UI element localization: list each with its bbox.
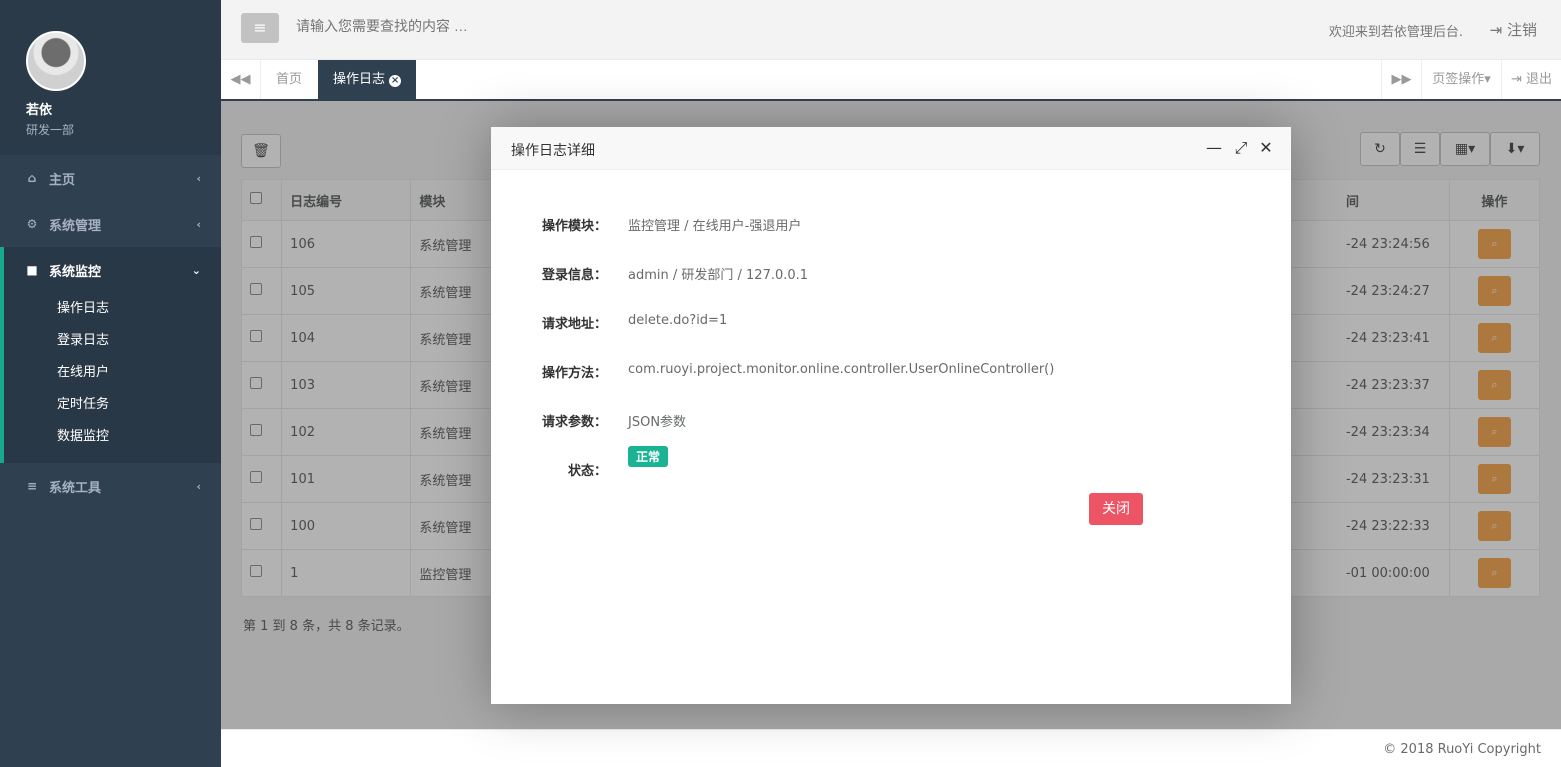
search-input[interactable]: [296, 18, 696, 34]
video-camera-icon: ■: [26, 263, 38, 277]
submenu-item-data-monitor[interactable]: 数据监控: [4, 421, 221, 453]
copyright: © 2018 RuoYi Copyright: [1383, 742, 1541, 757]
sidebar-nav: ⌂ 主页 ‹ ⚙ 系统管理 ‹ ■ 系统监控 ⌄ 操作日志 登录日志 在线用户 …: [0, 155, 221, 509]
tab-exit-button[interactable]: ⇥ 退出: [1501, 60, 1561, 99]
detail-row: 操作方法： com.ruoyi.project.monitor.online.co…: [491, 362, 1291, 382]
close-button[interactable]: 关闭: [1089, 493, 1143, 525]
footer: © 2018 RuoYi Copyright: [221, 729, 1561, 767]
detail-label: 操作方法：: [541, 366, 607, 381]
welcome-text: 欢迎来到若依管理后台.: [1328, 25, 1463, 40]
detail-value: admin / 研发部门 / 127.0.0.1: [628, 268, 809, 283]
forward-icon: ▶▶: [1391, 72, 1412, 87]
submenu-item-login-log[interactable]: 登录日志: [4, 325, 221, 357]
sidebar-item-label: 系统工具: [49, 480, 102, 496]
detail-label: 状态：: [567, 464, 607, 479]
tab-label: 操作日志: [333, 72, 386, 87]
profile-name: 若依: [26, 103, 53, 118]
modal-header: 操作日志详细 — ⤢ ✕: [491, 127, 1291, 170]
nav-group-system: ⚙ 系统管理 ‹: [0, 201, 221, 247]
tab-exit-label: 退出: [1526, 72, 1553, 87]
sign-out-icon: ⇥: [1489, 21, 1507, 39]
detail-row: 登录信息： admin / 研发部门 / 127.0.0.1: [491, 264, 1291, 284]
sidebar-submenu: 操作日志 登录日志 在线用户 定时任务 数据监控: [4, 293, 221, 463]
detail-row: 操作模块： 监控管理 / 在线用户-强退用户: [491, 215, 1291, 235]
detail-label: 请求参数：: [541, 415, 607, 430]
gear-icon: ⚙: [26, 217, 38, 231]
status-badge: 正常: [628, 446, 669, 467]
tab-scroll-left-button[interactable]: ◀◀: [221, 60, 261, 99]
sidebar-item-label: 主页: [49, 172, 76, 188]
detail-value: delete.do?id=1: [628, 313, 728, 328]
modal-title: 操作日志详细: [511, 143, 595, 159]
detail-row: 请求参数： JSON参数: [491, 411, 1291, 431]
sidebar: 若依 研发一部 ⌂ 主页 ‹ ⚙ 系统管理 ‹ ■ 系统监控 ⌄ 操作日志 登录…: [0, 0, 221, 767]
detail-value: com.ruoyi.project.monitor.online.control…: [628, 362, 1055, 377]
profile-dept: 研发一部: [26, 123, 75, 137]
tab-scroll-right-button[interactable]: ▶▶: [1381, 60, 1421, 99]
oper-log-detail-modal: 操作日志详细 — ⤢ ✕ 操作模块： 监控管理 / 在线用户-强退用户登录信息： a…: [491, 127, 1291, 704]
submenu-item-job[interactable]: 定时任务: [4, 389, 221, 421]
bars-icon: ≡: [253, 18, 267, 37]
home-icon: ⌂: [27, 171, 37, 185]
submenu-item-oper-log[interactable]: 操作日志: [4, 293, 221, 325]
detail-label: 登录信息：: [541, 268, 607, 283]
close-icon[interactable]: ✕: [1256, 137, 1276, 159]
backward-icon: ◀◀: [230, 72, 251, 87]
profile-panel: 若依 研发一部: [0, 0, 221, 155]
logout-link[interactable]: ⇥ 注销: [1490, 19, 1537, 40]
nav-group-tools: ≡ 系统工具 ‹: [0, 463, 221, 509]
maximize-icon[interactable]: ⤢: [1231, 137, 1251, 159]
nav-group-home: ⌂ 主页 ‹: [0, 155, 221, 201]
close-icon[interactable]: ×: [389, 75, 402, 87]
tab-home[interactable]: 首页: [261, 60, 317, 99]
sidebar-item-system[interactable]: ⚙ 系统管理 ‹: [0, 201, 221, 247]
detail-row: 状态： 正常: [491, 446, 1291, 480]
sidebar-item-label: 系统管理: [49, 218, 102, 234]
tab-ops-dropdown[interactable]: 页签操作▾: [1421, 60, 1501, 99]
chevron-left-icon: ‹: [196, 171, 201, 185]
logout-label: 注销: [1506, 21, 1537, 39]
chevron-left-icon: ‹: [196, 479, 201, 493]
chevron-down-icon: ⌄: [191, 263, 201, 277]
tab-bar: ◀◀ 首页 操作日志 × ▶▶ 页签操作▾ ⇥ 退出: [221, 60, 1561, 101]
sign-out-icon: ⇥: [1510, 72, 1526, 87]
top-header: ≡ 欢迎来到若依管理后台. ⇥ 注销: [221, 0, 1561, 60]
avatar[interactable]: [26, 31, 86, 91]
bars-icon: ≡: [26, 479, 38, 493]
tab-oper-log[interactable]: 操作日志 ×: [318, 60, 417, 99]
sidebar-item-label: 系统监控: [49, 264, 102, 280]
detail-row: 请求地址： delete.do?id=1: [491, 313, 1291, 333]
tab-ops-label: 页签操作: [1432, 72, 1485, 87]
caret-down-icon: ▾: [1484, 72, 1491, 87]
detail-value: 监控管理 / 在线用户-强退用户: [628, 219, 802, 234]
detail-value: JSON参数: [628, 415, 687, 430]
nav-group-monitor: ■ 系统监控 ⌄ 操作日志 登录日志 在线用户 定时任务 数据监控: [0, 247, 221, 463]
sidebar-item-monitor[interactable]: ■ 系统监控 ⌄: [4, 247, 221, 293]
submenu-item-online-user[interactable]: 在线用户: [4, 357, 221, 389]
menu-toggle-button[interactable]: ≡: [241, 13, 279, 43]
chevron-left-icon: ‹: [196, 217, 201, 231]
minimize-icon[interactable]: —: [1204, 137, 1224, 159]
detail-label: 操作模块：: [541, 219, 607, 234]
sidebar-item-home[interactable]: ⌂ 主页 ‹: [0, 155, 221, 201]
sidebar-item-tools[interactable]: ≡ 系统工具 ‹: [0, 463, 221, 509]
detail-label: 请求地址：: [541, 317, 607, 332]
